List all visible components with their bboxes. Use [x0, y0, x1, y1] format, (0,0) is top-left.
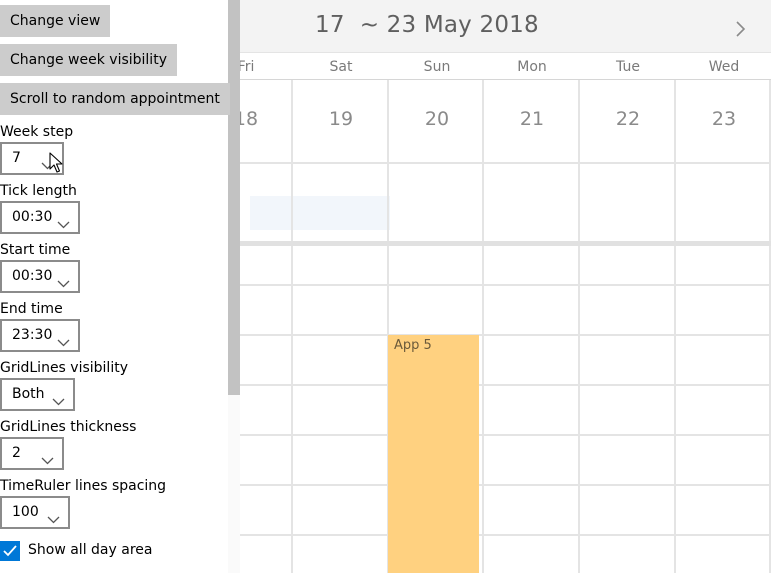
- scroll-random-appointment-button[interactable]: Scroll to random appointment: [0, 83, 230, 115]
- settings-panel: Change view Change week visibility Scrol…: [0, 0, 230, 573]
- grid-line-horizontal: [240, 434, 771, 436]
- end-time-value: 23:30: [12, 327, 53, 343]
- start-time-label: Start time: [0, 242, 71, 258]
- show-all-day-checkbox[interactable]: [0, 541, 20, 561]
- scheduler-view: 17 ~ 23 May 2018 Fri Sat Sun Mon Tue Wed…: [240, 0, 771, 573]
- tick-length-value: 00:30: [12, 209, 53, 225]
- start-time-dropdown[interactable]: 00:30: [0, 260, 80, 293]
- day-number-21[interactable]: 21: [520, 108, 544, 130]
- grid-line-vertical: [578, 80, 580, 573]
- change-view-button[interactable]: Change view: [0, 5, 111, 37]
- day-number-23[interactable]: 23: [712, 108, 736, 130]
- day-number-19[interactable]: 19: [329, 108, 353, 130]
- timeruler-spacing-dropdown[interactable]: 100: [0, 496, 70, 529]
- chevron-down-icon: [52, 391, 65, 410]
- change-week-visibility-button[interactable]: Change week visibility: [0, 44, 177, 76]
- day-number-18[interactable]: 18: [240, 108, 258, 130]
- timeruler-spacing-value: 100: [12, 504, 39, 520]
- end-time-label: End time: [0, 301, 63, 317]
- grid-line-horizontal: [240, 284, 771, 286]
- mouse-pointer-icon: [49, 152, 63, 178]
- ghost-overlay: [250, 196, 390, 230]
- show-all-day-label[interactable]: Show all day area: [28, 542, 152, 558]
- week-step-label: Week step: [0, 124, 74, 140]
- gridlines-visibility-dropdown[interactable]: Both: [0, 378, 75, 411]
- grid-line-horizontal: [240, 162, 771, 164]
- gridlines-thickness-dropdown[interactable]: 2: [0, 437, 64, 470]
- day-numbers-row: 18 19 20 21 22 23: [240, 80, 771, 163]
- day-number-22[interactable]: 22: [616, 108, 640, 130]
- chevron-down-icon: [57, 214, 70, 233]
- tick-length-dropdown[interactable]: 00:30: [0, 201, 80, 234]
- chevron-down-icon: [57, 332, 70, 351]
- scheduler-header: 17 ~ 23 May 2018: [240, 0, 771, 52]
- tick-length-label: Tick length: [0, 183, 77, 199]
- day-number-20[interactable]: 20: [425, 108, 449, 130]
- grid-line-horizontal: [240, 334, 771, 336]
- grid-line-horizontal: [240, 484, 771, 486]
- day-name-mon: Mon: [517, 59, 547, 75]
- gridlines-thickness-label: GridLines thickness: [0, 419, 137, 435]
- panel-scrollbar-thumb[interactable]: [228, 0, 240, 395]
- chevron-right-icon[interactable]: [733, 18, 749, 40]
- day-name-fri: Fri: [240, 59, 255, 75]
- gridlines-visibility-label: GridLines visibility: [0, 360, 128, 376]
- appointment-app-5[interactable]: App 5: [388, 335, 479, 573]
- appointment-title: App 5: [394, 338, 432, 353]
- day-names-row: Fri Sat Sun Mon Tue Wed: [240, 52, 771, 80]
- gridlines-thickness-value: 2: [12, 445, 21, 461]
- start-time-value: 00:30: [12, 268, 53, 284]
- day-name-wed: Wed: [708, 59, 740, 75]
- day-name-tue: Tue: [616, 59, 640, 75]
- grid-line-vertical: [674, 80, 676, 573]
- gridlines-visibility-value: Both: [12, 386, 45, 402]
- all-day-separator: [240, 241, 771, 246]
- end-time-dropdown[interactable]: 23:30: [0, 319, 80, 352]
- checkmark-icon: [3, 545, 17, 557]
- chevron-down-icon: [41, 450, 54, 469]
- chevron-down-icon: [47, 509, 60, 528]
- date-range-title: 17 ~ 23 May 2018: [315, 12, 539, 38]
- day-name-sun: Sun: [423, 59, 451, 75]
- grid-line-horizontal: [240, 384, 771, 386]
- chevron-down-icon: [57, 273, 70, 292]
- grid-line-horizontal: [240, 534, 771, 536]
- day-name-sat: Sat: [329, 59, 353, 75]
- timeruler-spacing-label: TimeRuler lines spacing: [0, 478, 167, 494]
- week-step-value: 7: [12, 150, 21, 166]
- grid-line-vertical: [291, 80, 293, 573]
- grid-line-vertical: [482, 80, 484, 573]
